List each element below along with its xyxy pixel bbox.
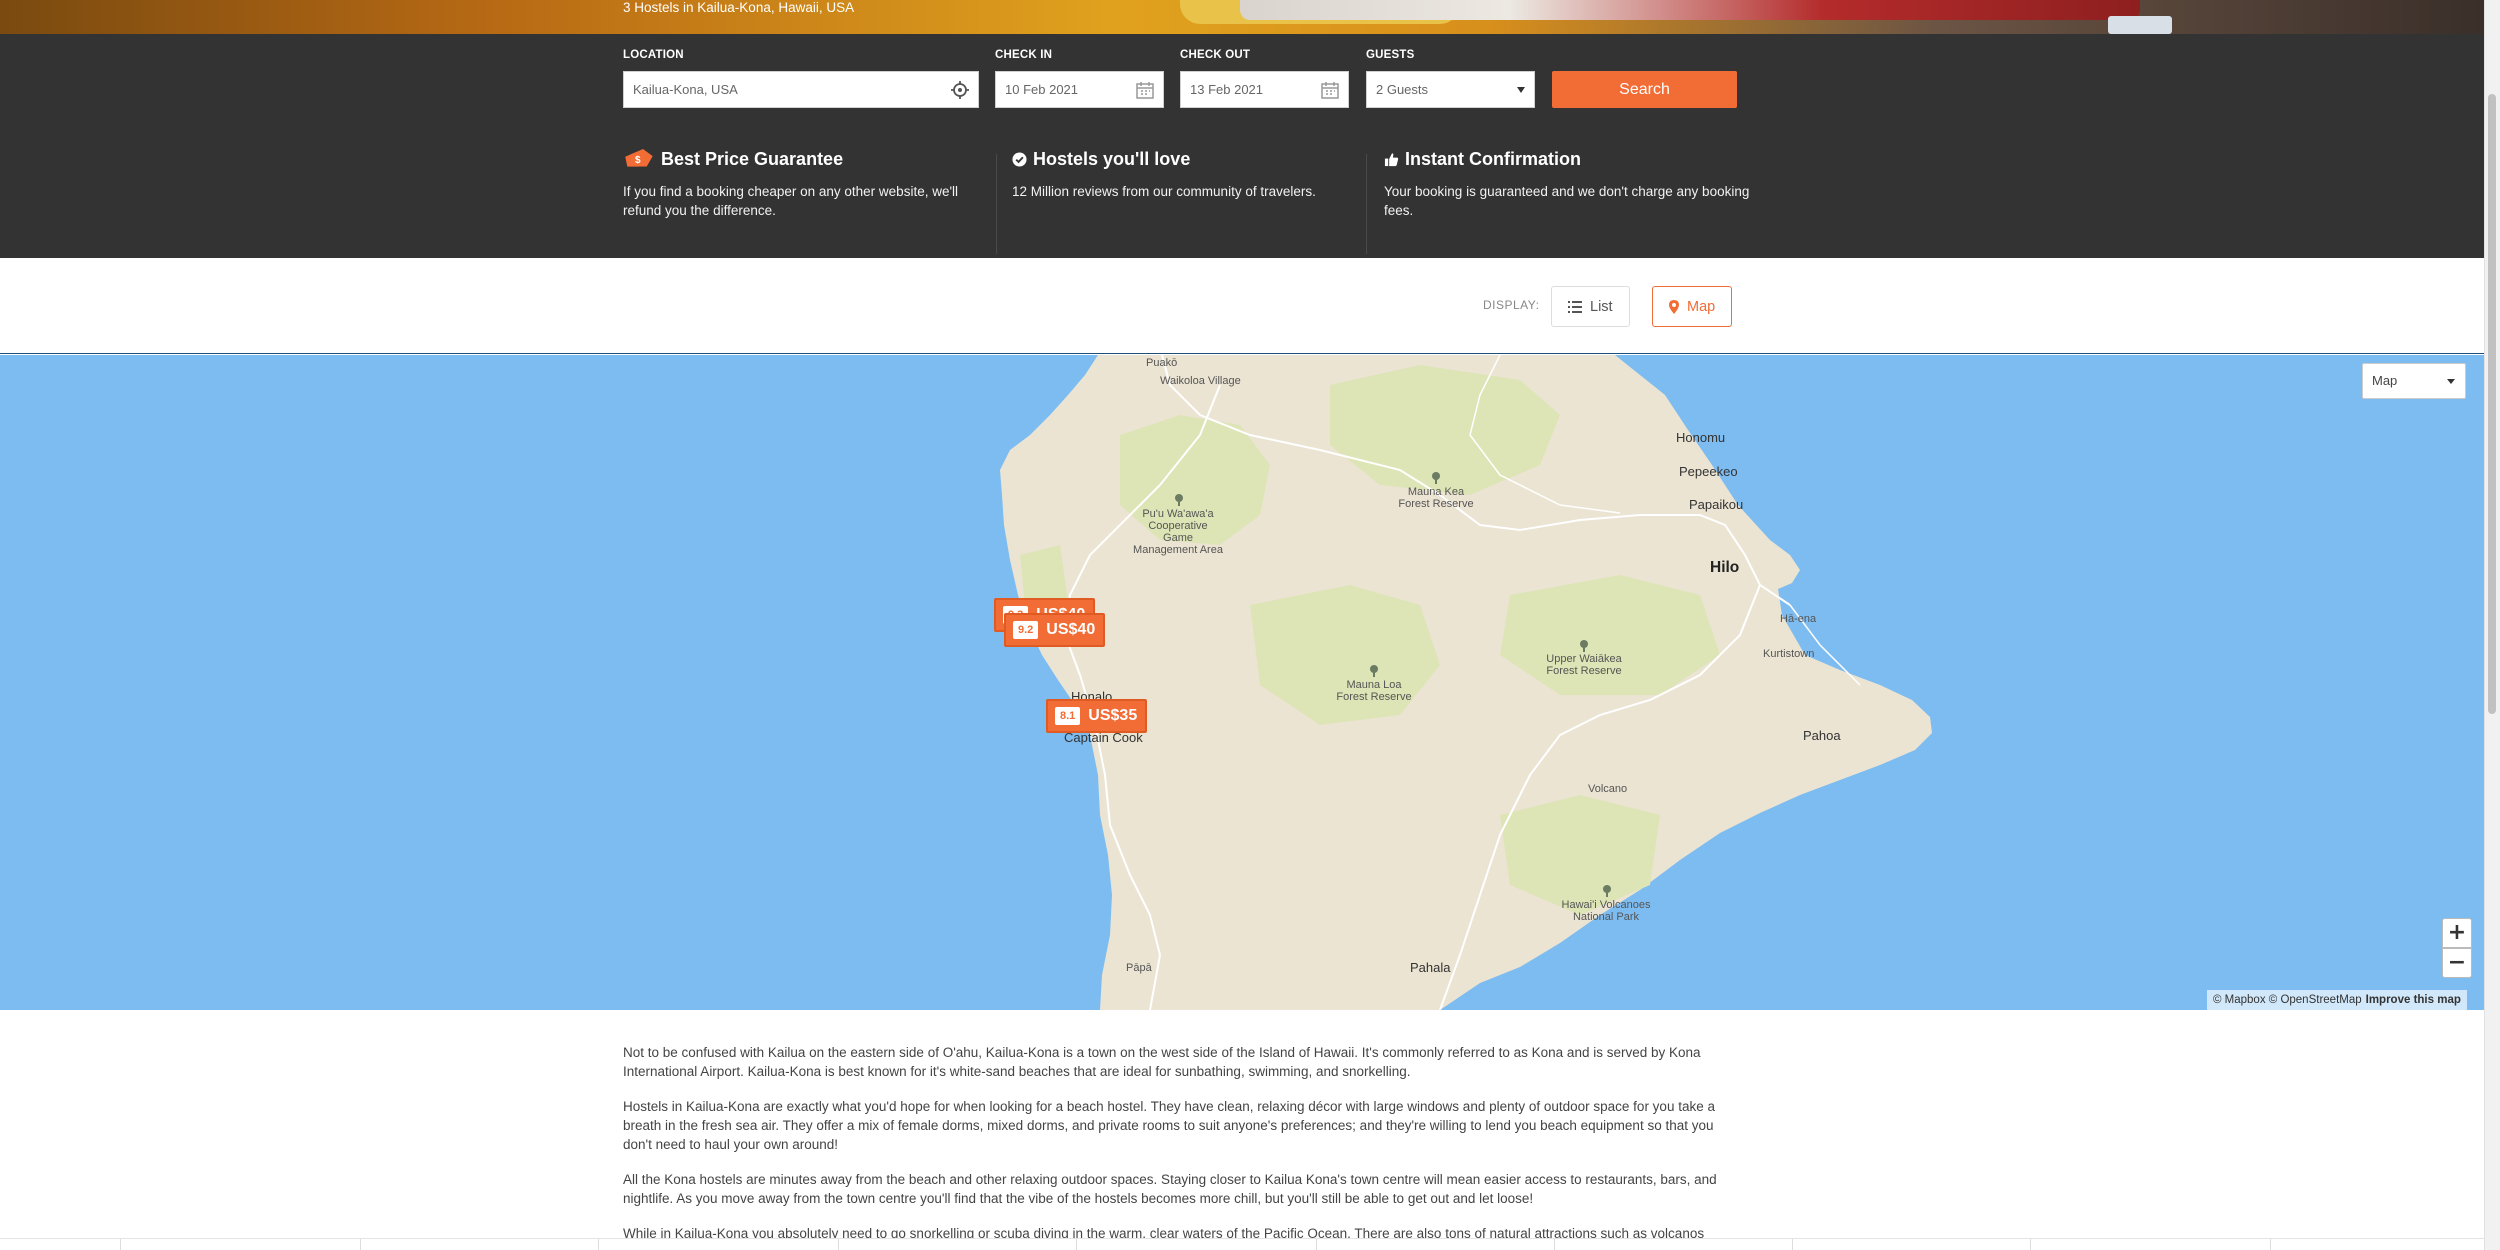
hero-banner: 3 Hostels in Kailua-Kona, Hawaii, USA — [0, 0, 2484, 34]
results-title: 3 Hostels in Kailua-Kona, Hawaii, USA — [623, 0, 855, 15]
map-pin-icon — [1669, 299, 1679, 314]
bottom-strip — [0, 1238, 2484, 1250]
map-label: Pu'u Wa'awa'a Cooperative Game Managemen… — [1133, 508, 1223, 556]
checkout-value: 13 Feb 2021 — [1190, 82, 1264, 97]
feature-instant-confirmation: Instant Confirmation Your booking is gua… — [1384, 148, 1754, 220]
hero-photo-car — [1240, 0, 2140, 20]
feature-text: 12 Million reviews from our community of… — [1012, 184, 1316, 199]
display-label: DISPLAY: — [1483, 298, 1540, 312]
map-label: Hā-ena — [1780, 613, 1817, 625]
list-view-button[interactable]: List — [1551, 286, 1630, 327]
map-label: Volcano — [1588, 783, 1628, 795]
map-label: Puakō — [1146, 357, 1178, 369]
zoom-out-button[interactable]: − — [2442, 948, 2472, 978]
svg-text:$: $ — [635, 155, 641, 166]
zoom-in-button[interactable]: + — [2442, 918, 2472, 948]
map-label: Pahoa — [1803, 728, 1841, 743]
feature-divider — [1366, 154, 1367, 254]
results-map[interactable]: Puakō Waikoloa Village Pu'u Wa'awa'a Coo… — [0, 355, 2484, 1010]
thumbs-up-icon — [1384, 152, 1399, 166]
map-label: Hilo — [1710, 559, 1740, 576]
page: 3 Hostels in Kailua-Kona, Hawaii, USA LO… — [0, 0, 2500, 1250]
feature-divider — [996, 154, 997, 254]
price-label: US$35 — [1088, 707, 1138, 724]
description-paragraph: Hostels in Kailua-Kona are exactly what … — [623, 1099, 1715, 1152]
display-toggle-bar: DISPLAY: List Map — [0, 258, 2484, 354]
location-label: LOCATION — [623, 49, 684, 61]
hostel-price-marker[interactable]: 9.2 US$40 — [1004, 613, 1106, 647]
list-view-label: List — [1590, 298, 1613, 315]
map-label: Pāpā — [1126, 962, 1152, 974]
park-area — [1500, 575, 1720, 695]
feature-hostels-love: Hostels you'll love 12 Million reviews f… — [1012, 148, 1382, 201]
checkout-label: CHECK OUT — [1180, 49, 1251, 61]
price-label: US$40 — [1046, 621, 1096, 638]
park-pin-icon — [1175, 494, 1183, 506]
park-pin-icon — [1580, 640, 1588, 652]
hero-photo-plate — [2108, 16, 2172, 34]
park-pin-icon — [1432, 472, 1440, 484]
chevron-down-icon — [2447, 379, 2455, 384]
description-paragraph: All the Kona hostels are minutes away fr… — [623, 1172, 1717, 1206]
map-style-value: Map — [2372, 373, 2398, 388]
search-button[interactable]: Search — [1552, 71, 1737, 108]
map-attribution: © Mapbox © OpenStreetMap Improve this map — [2207, 990, 2467, 1010]
guests-select[interactable]: 2 Guests — [1366, 71, 1535, 108]
improve-map-link[interactable]: Improve this map — [2366, 994, 2461, 1006]
hostel-price-marker[interactable]: 8.1 US$35 — [1046, 699, 1148, 733]
feature-best-price: $ Best Price Guarantee If you find a boo… — [623, 148, 993, 220]
map-label: Honomu — [1676, 430, 1726, 445]
checkin-input[interactable]: 10 Feb 2021 — [995, 71, 1164, 108]
map-label: Mauna Kea Forest Reserve — [1398, 486, 1474, 510]
attribution-text[interactable]: © Mapbox © OpenStreetMap — [2213, 994, 2362, 1006]
feature-text: If you find a booking cheaper on any oth… — [623, 184, 959, 218]
price-tag-icon: $ — [625, 148, 653, 167]
guests-value: 2 Guests — [1376, 82, 1429, 97]
map-label: Kurtistown — [1763, 648, 1815, 660]
feature-text: Your booking is guaranteed and we don't … — [1384, 184, 1750, 218]
checkin-label: CHECK IN — [995, 49, 1053, 61]
rating-badge: 9.2 — [1013, 621, 1039, 639]
map-label: Pahala — [1410, 960, 1451, 975]
description-paragraph: Not to be confused with Kailua on the ea… — [623, 1045, 1701, 1079]
map-label: Upper Waiākea Forest Reserve — [1546, 653, 1622, 677]
map-label: Hawai'i Volcanoes National Park — [1561, 899, 1651, 923]
map-canvas — [1000, 355, 1932, 1010]
park-pin-icon — [1370, 665, 1378, 677]
map-view-label: Map — [1687, 298, 1716, 315]
map-label: Pepeekeo — [1679, 464, 1738, 479]
chevron-down-icon — [1517, 87, 1525, 93]
calendar-icon[interactable] — [1135, 80, 1155, 100]
feature-title: Instant Confirmation — [1405, 149, 1581, 169]
map-label: Papaikou — [1689, 497, 1744, 512]
map-style-select[interactable]: Map — [2362, 363, 2466, 399]
location-input[interactable]: Kailua-Kona, USA — [623, 71, 979, 108]
rating-badge: 8.1 — [1055, 707, 1081, 725]
check-circle-icon — [1012, 151, 1027, 167]
city-description: Not to be confused with Kailua on the ea… — [623, 1043, 1739, 1250]
feature-title: Best Price Guarantee — [661, 149, 844, 169]
locate-crosshair-icon[interactable] — [950, 80, 970, 100]
location-value: Kailua-Kona, USA — [633, 82, 738, 97]
park-pin-icon — [1603, 885, 1611, 897]
scrollbar-thumb[interactable] — [2488, 94, 2496, 714]
calendar-icon[interactable] — [1320, 80, 1340, 100]
feature-title: Hostels you'll love — [1033, 149, 1191, 169]
checkin-value: 10 Feb 2021 — [1005, 82, 1079, 97]
map-label: Mauna Loa Forest Reserve — [1336, 679, 1412, 703]
list-icon — [1568, 300, 1582, 313]
checkout-input[interactable]: 13 Feb 2021 — [1180, 71, 1349, 108]
search-band: LOCATION Kailua-Kona, USA CHECK IN 10 Fe… — [0, 34, 2484, 258]
map-label: Waikoloa Village — [1160, 375, 1241, 387]
map-view-button[interactable]: Map — [1652, 286, 1733, 327]
guests-label: GUESTS — [1366, 49, 1415, 61]
